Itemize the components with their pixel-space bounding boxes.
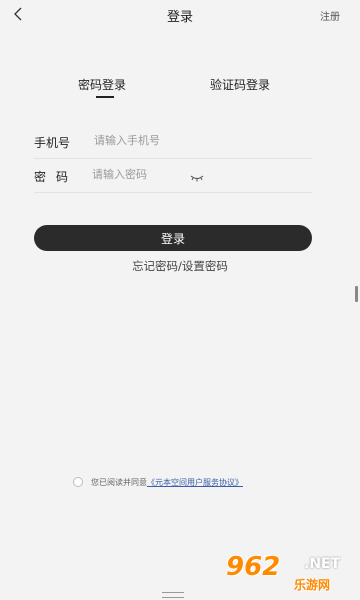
agreement-checkbox[interactable] [73, 477, 83, 487]
active-tab-indicator [96, 96, 114, 98]
scroll-handle[interactable] [355, 286, 358, 302]
watermark-logo: 962 .NET 乐游网 [226, 552, 354, 596]
agreement-row: 您已阅读并同意 《元本空间用户服务协议》 [73, 475, 243, 489]
watermark-number: 962 [226, 552, 281, 582]
password-row: 密码 [34, 158, 312, 193]
phone-row: 手机号 [34, 124, 312, 159]
password-input[interactable] [92, 164, 242, 184]
password-label: 密码 [34, 170, 79, 184]
agreement-link[interactable]: 《元本空间用户服务协议》 [147, 477, 243, 488]
phone-input[interactable] [94, 130, 244, 150]
login-tabs: 密码登录 验证码登录 [0, 76, 360, 106]
watermark-suffix: .NET [304, 556, 341, 572]
eye-closed-icon[interactable] [190, 168, 204, 182]
watermark-site: 乐游网 [294, 578, 331, 592]
tab-password-login[interactable]: 密码登录 [78, 76, 126, 93]
agreement-text: 您已阅读并同意 [91, 477, 147, 487]
phone-label: 手机号 [34, 136, 71, 150]
register-link[interactable]: 注册 [320, 8, 340, 23]
login-button[interactable]: 登录 [34, 225, 312, 251]
header: 登录 注册 [0, 0, 360, 32]
forgot-password-link[interactable]: 忘记密码/设置密码 [0, 258, 360, 274]
home-indicator[interactable] [162, 592, 184, 598]
tab-code-login[interactable]: 验证码登录 [210, 76, 270, 93]
page-title: 登录 [166, 10, 193, 25]
